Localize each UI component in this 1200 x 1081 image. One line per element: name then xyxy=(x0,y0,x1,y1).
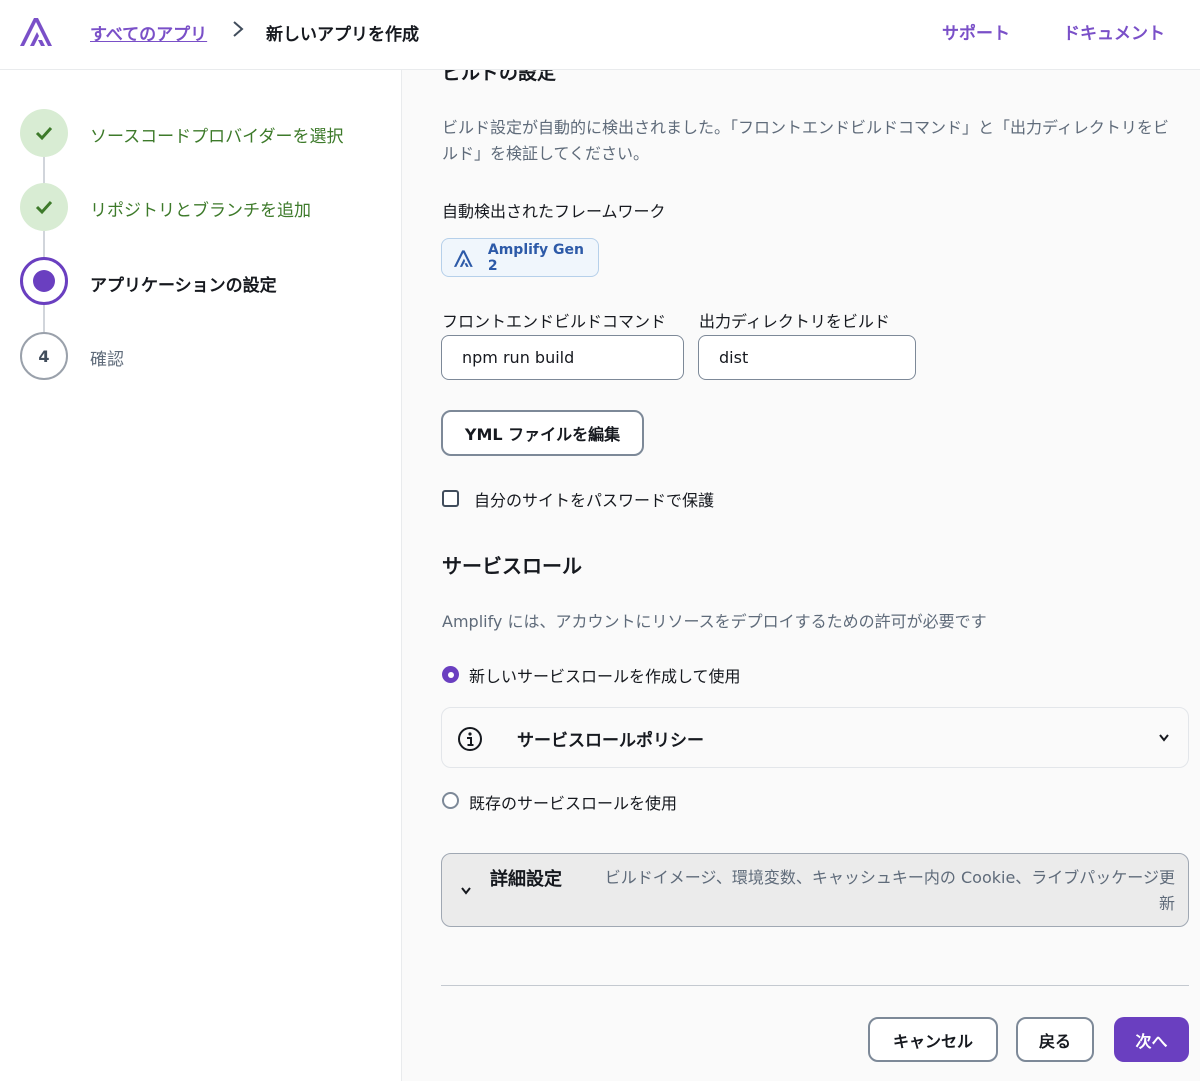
chevron-down-icon xyxy=(461,887,471,895)
step-2-label[interactable]: リポジトリとブランチを追加 xyxy=(90,196,311,221)
docs-link[interactable]: ドキュメント xyxy=(1063,19,1165,44)
info-icon xyxy=(458,727,482,751)
service-role-title: サービスロール xyxy=(442,554,582,578)
output-directory-input[interactable]: dist xyxy=(698,335,916,380)
build-settings-description: ビルド設定が自動的に検出されました。「フロントエンドビルドコマンド」と「出力ディ… xyxy=(442,118,1169,163)
chevron-down-icon xyxy=(1159,734,1169,742)
step-connector xyxy=(43,231,45,258)
frontend-build-command-input[interactable]: npm run build xyxy=(441,335,684,380)
existing-service-role-label[interactable]: 既存のサービスロールを使用 xyxy=(469,790,677,814)
step-connector xyxy=(43,305,45,332)
back-button[interactable]: 戻る xyxy=(1016,1017,1094,1062)
advanced-settings-title: 詳細設定 xyxy=(490,869,562,890)
framework-badge: Amplify Gen 2 xyxy=(441,238,599,277)
support-link[interactable]: サポート xyxy=(942,19,1010,44)
footer-divider xyxy=(441,985,1189,986)
existing-service-role-radio[interactable] xyxy=(442,792,459,809)
step-1-label[interactable]: ソースコードプロバイダーを選択 xyxy=(90,122,343,147)
breadcrumb-current: 新しいアプリを作成 xyxy=(266,25,419,45)
amplify-logo-icon[interactable] xyxy=(18,14,56,48)
step-1-check-icon xyxy=(20,109,68,157)
service-role-policy-label: サービスロールポリシー xyxy=(517,731,704,751)
framework-name: Amplify Gen 2 xyxy=(487,241,584,274)
main-content: ビルドの設定 ビルド設定が自動的に検出されました。「フロントエンドビルドコマンド… xyxy=(402,70,1200,1081)
new-service-role-radio[interactable] xyxy=(442,666,459,683)
next-button[interactable]: 次へ xyxy=(1114,1017,1189,1062)
build-settings-title: ビルドの設定 xyxy=(442,70,557,84)
output-directory-label: 出力ディレクトリをビルド xyxy=(699,312,890,331)
step-4-label: 確認 xyxy=(90,350,124,370)
service-role-policy-expander[interactable]: サービスロールポリシー xyxy=(441,707,1189,768)
service-role-description: Amplify には、アカウントにリソースをデプロイするための許可が必要です xyxy=(442,612,987,631)
wizard-steps-sidebar: ソースコードプロバイダーを選択 リポジトリとブランチを追加 アプリケーションの設… xyxy=(0,70,402,1081)
chevron-right-icon xyxy=(233,21,244,37)
step-connector xyxy=(43,157,45,184)
framework-label: 自動検出されたフレームワーク xyxy=(442,202,666,221)
step-4-number: 4 xyxy=(20,332,68,380)
amplify-framework-icon xyxy=(453,249,473,267)
frontend-build-command-label: フロントエンドビルドコマンド xyxy=(442,312,667,331)
step-3-label: アプリケーションの設定 xyxy=(90,276,277,296)
new-service-role-label[interactable]: 新しいサービスロールを作成して使用 xyxy=(469,663,741,687)
edit-yml-button[interactable]: YML ファイルを編集 xyxy=(441,410,644,456)
top-header: すべてのアプリ 新しいアプリを作成 サポート ドキュメント xyxy=(0,0,1200,70)
breadcrumb-all-apps-link[interactable]: すべてのアプリ xyxy=(90,20,207,45)
advanced-settings-expander[interactable]: 詳細設定 ビルドイメージ、環境変数、キャッシュキー内の Cookie、ライブパッ… xyxy=(441,853,1189,927)
advanced-settings-description: ビルドイメージ、環境変数、キャッシュキー内の Cookie、ライブパッケージ更新 xyxy=(604,868,1175,913)
cancel-button[interactable]: キャンセル xyxy=(868,1017,998,1062)
password-protect-label[interactable]: 自分のサイトをパスワードで保護 xyxy=(474,487,714,511)
step-3-current-icon xyxy=(20,257,68,305)
step-2-check-icon xyxy=(20,183,68,231)
password-protect-checkbox[interactable] xyxy=(442,490,459,507)
